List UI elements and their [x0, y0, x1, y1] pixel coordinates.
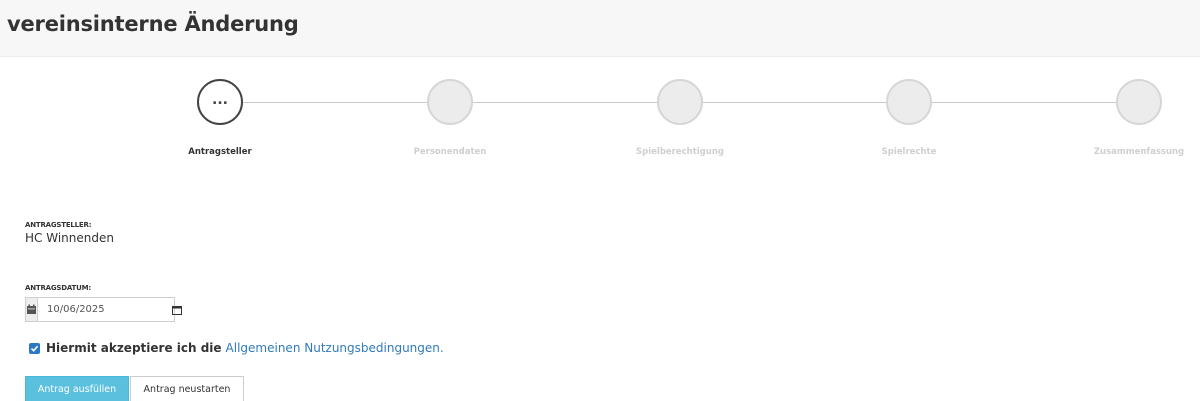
step-connector: [932, 102, 1116, 103]
step-label-spielberechtigung: Spielberechtigung: [636, 147, 724, 157]
step-connector: [703, 102, 886, 103]
date-input[interactable]: [38, 298, 172, 321]
restart-application-button[interactable]: Antrag neustarten: [130, 376, 244, 401]
step-connector: [473, 102, 657, 103]
applicant-label: ANTRAGSTELLER:: [25, 221, 92, 229]
page-title: vereinsinterne Änderung: [7, 12, 299, 36]
step-circle-zusammenfassung[interactable]: [1116, 79, 1162, 125]
accept-checkbox[interactable]: [29, 342, 40, 354]
step-label-personendaten: Personendaten: [413, 147, 487, 157]
step-circle-spielrechte[interactable]: [886, 79, 932, 125]
date-label: ANTRAGSDATUM:: [25, 284, 91, 292]
page-header: vereinsinterne Änderung: [0, 0, 1200, 57]
date-field-group: [25, 297, 182, 322]
accept-terms-row: Hiermit akzeptiere ich die Allgemeinen N…: [29, 341, 444, 355]
ellipsis-icon: ...: [212, 92, 228, 108]
step-circle-personendaten[interactable]: [427, 79, 473, 125]
calendar-icon: [26, 298, 38, 321]
fill-application-button[interactable]: Antrag ausfüllen: [25, 376, 129, 401]
step-label-antragsteller: Antragsteller: [188, 147, 252, 157]
applicant-value: HC Winnenden: [25, 231, 114, 245]
date-picker-icon[interactable]: [172, 298, 182, 321]
step-circle-spielberechtigung[interactable]: [657, 79, 703, 125]
accept-text: Hiermit akzeptiere ich die: [46, 341, 222, 355]
step-circle-antragsteller[interactable]: ...: [197, 79, 243, 125]
step-connector: [243, 102, 427, 103]
step-label-zusammenfassung: Zusammenfassung: [1093, 147, 1185, 157]
step-label-spielrechte: Spielrechte: [881, 147, 937, 157]
terms-link[interactable]: Allgemeinen Nutzungsbedingungen.: [226, 341, 444, 355]
